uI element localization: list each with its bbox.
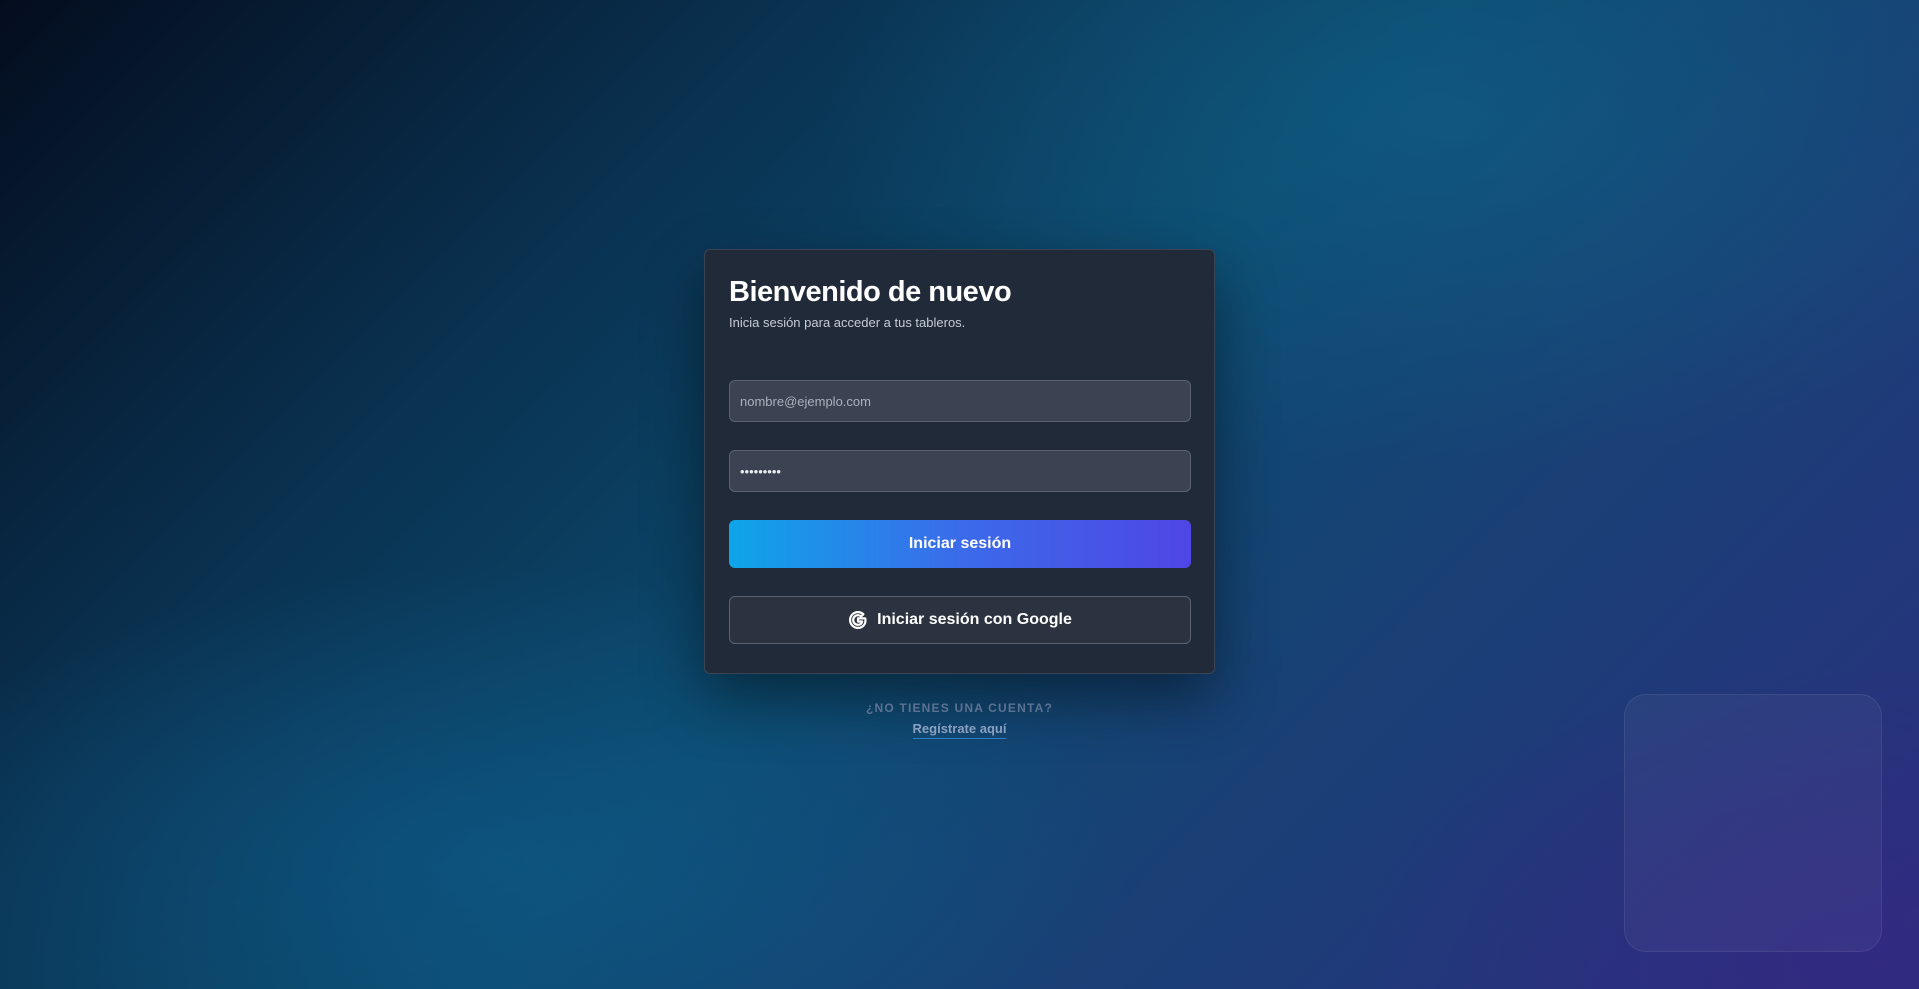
page-subtitle: Inicia sesión para acceder a tus tablero… [729, 315, 966, 330]
login-button-label: Iniciar sesión [908, 535, 1012, 552]
google-login-button[interactable]: Iniciar sesión con Google [729, 596, 1191, 644]
signup-link[interactable]: Regístrate aquí [912, 721, 1007, 739]
page-title: Bienvenido de nuevo [729, 276, 1012, 308]
signup-question: ¿NO TIENES UNA CUENTA? [865, 701, 1054, 715]
decorative-panel [1624, 694, 1882, 952]
login-card: Bienvenido de nuevo Inicia sesión para a… [704, 249, 1215, 674]
login-page: { "login": { "title": "Bienvenido de nue… [0, 0, 1919, 989]
google-icon [848, 610, 868, 630]
google-login-label: Iniciar sesión con Google [877, 611, 1072, 628]
login-button[interactable]: Iniciar sesión [729, 520, 1191, 568]
signup-prompt: ¿NO TIENES UNA CUENTA? Regístrate aquí [704, 700, 1215, 739]
email-field[interactable] [729, 380, 1191, 422]
password-field[interactable] [729, 450, 1191, 492]
